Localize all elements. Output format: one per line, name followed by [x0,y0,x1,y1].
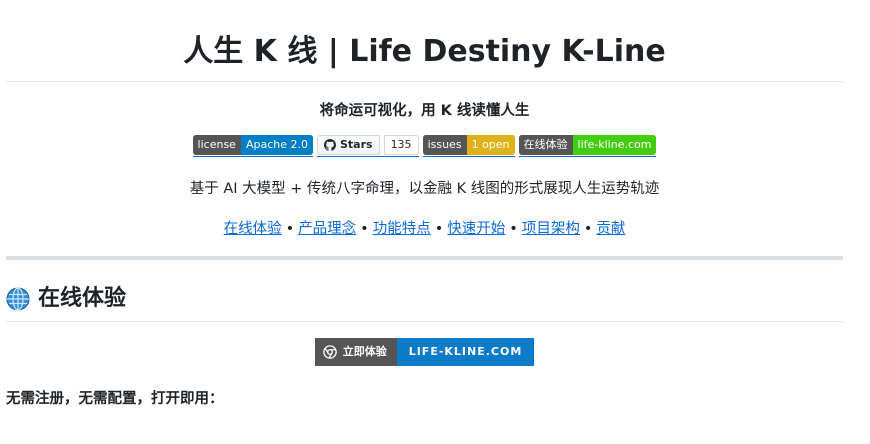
demo-badge-label: 在线体验 [518,135,573,155]
nav-separator: • [434,221,444,237]
try-now-site: LIFE-KLINE.COM [396,338,535,366]
nav-separator: • [583,221,593,237]
tagline: 将命运可视化，用 K 线读懂人生 [319,103,530,119]
project-description: 基于 AI 大模型 + 传统八字命理，以金融 K 线图的形式展现人生运势轨迹 [189,181,660,197]
horizontal-rule [6,256,843,260]
nav-link-contribute[interactable]: 贡献 [596,221,625,237]
license-badge-label: license [192,135,241,155]
try-now-label: 立即体验 [342,345,387,358]
nav-separator: • [360,221,369,237]
globe-icon [6,287,30,311]
github-stars-count: 135 [383,135,419,155]
nav-link-features[interactable]: 功能特点 [373,221,431,237]
demo-badge[interactable]: 在线体验 life-kline.com [518,135,657,157]
demo-badge-value: life-kline.com [572,135,657,155]
license-badge[interactable]: license Apache 2.0 [192,135,313,157]
github-stars-label: Stars [339,138,373,151]
section-nav: 在线体验 • 产品理念 • 功能特点 • 快速开始 • 项目架构 • 贡献 [6,218,843,240]
readme-content: 人生 K 线 | Life Destiny K-Line 将命运可视化，用 K … [6,0,843,410]
page-title: 人生 K 线 | Life Destiny K-Line [6,0,843,82]
nav-link-demo[interactable]: 在线体验 [224,221,282,237]
nav-link-quickstart[interactable]: 快速开始 [447,221,505,237]
issues-badge[interactable]: issues 1 open [422,135,515,157]
cta-container: 立即体验 LIFE-KLINE.COM [6,338,843,366]
no-signup-note: 无需注册，无需配置，打开即用： [6,391,224,407]
section-heading-text: 在线体验 [38,286,127,311]
chrome-icon [322,345,337,359]
section-heading-demo: 在线体验 [6,282,843,322]
github-stars-button: Stars [316,135,380,155]
try-now-left: 立即体验 [314,338,397,366]
issues-badge-label: issues [422,135,467,155]
github-stars-badge[interactable]: Stars 135 [316,135,419,157]
nav-separator: • [285,221,295,237]
nav-link-architecture[interactable]: 项目架构 [522,221,580,237]
issues-badge-value: 1 open [466,135,515,155]
license-badge-value: Apache 2.0 [240,135,313,155]
nav-link-philosophy[interactable]: 产品理念 [298,221,356,237]
github-icon [323,139,336,151]
badge-row: license Apache 2.0 Stars 135 issues 1 op… [6,135,843,157]
nav-separator: • [509,221,518,237]
try-now-button[interactable]: 立即体验 LIFE-KLINE.COM [314,338,535,366]
